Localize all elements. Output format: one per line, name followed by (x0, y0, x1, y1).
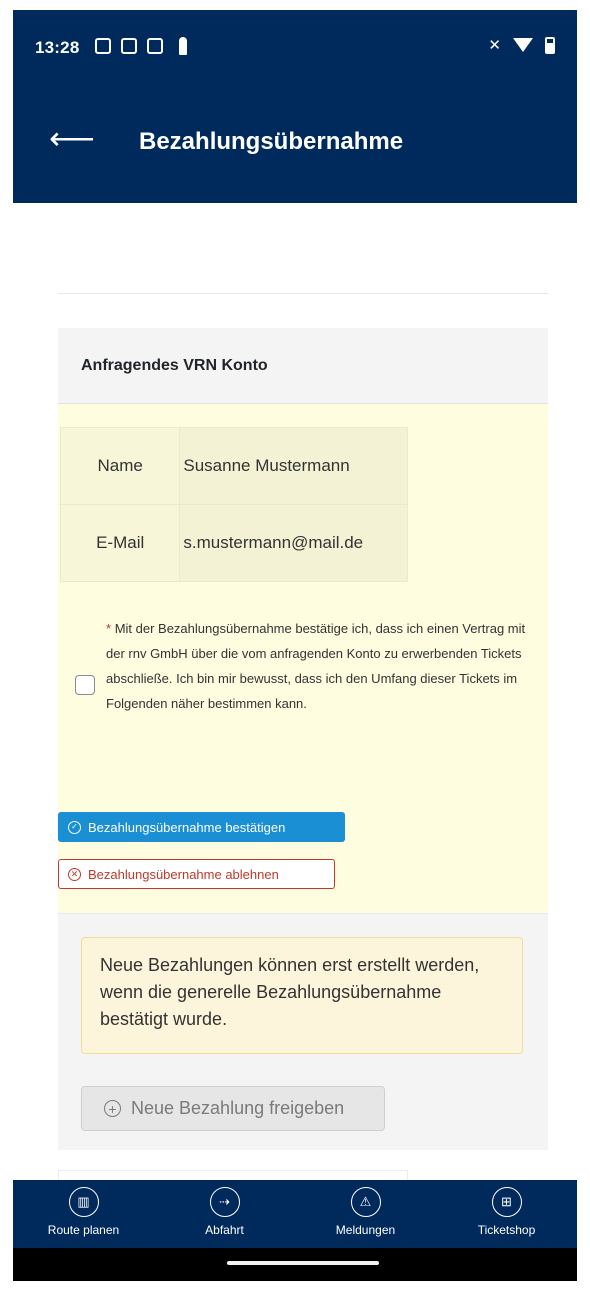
payment-takeover-card: Anfragendes VRN Konto Name Susanne Muste… (58, 328, 548, 1150)
new-payment-button[interactable]: + Neue Bezahlung freigeben (81, 1086, 385, 1131)
check-circle-icon: ✓ (68, 820, 81, 834)
x-circle-icon: ✕ (68, 867, 81, 881)
card-body: Name Susanne Mustermann E-Mail s.musterm… (58, 404, 548, 913)
name-label: Name (59, 427, 181, 505)
bottom-navigation: ▥ Route planen ⇢ Abfahrt ⚠ Meldungen ⊞ T… (13, 1180, 577, 1248)
confirm-label: Bezahlungsübernahme bestätigen (88, 819, 286, 835)
required-asterisk: * (106, 621, 112, 636)
divider (58, 293, 548, 294)
phone-screen: 13:28 ✕ ⟵ Bezahlungsübernahme Anfragende… (13, 10, 577, 1281)
reject-button[interactable]: ✕ Bezahlungsübernahme ablehnen (58, 859, 335, 889)
email-label: E-Mail (59, 504, 181, 582)
card-header: Anfragendes VRN Konto (58, 328, 548, 404)
consent-text: Mit der Bezahlungsübernahme bestätige ic… (106, 621, 526, 711)
cart-icon: ⊞ (491, 1187, 522, 1217)
notification-icons (95, 37, 187, 55)
warning-icon: ⚠ (350, 1187, 381, 1217)
person-icon (179, 37, 187, 55)
battery-icon (545, 36, 555, 54)
nav-label: Abfahrt (205, 1223, 244, 1237)
card-footer: Neue Bezahlungen können erst erstellt we… (58, 913, 548, 1150)
reject-label: Bezahlungsübernahme ablehnen (88, 866, 279, 882)
mute-icon: ✕ (488, 37, 501, 54)
nav-label: Route planen (47, 1223, 120, 1237)
consent-label: * Mit der Bezahlungsübernahme bestätige … (106, 616, 543, 716)
nav-meldungen[interactable]: ⚠ Meldungen (295, 1180, 436, 1248)
departure-icon: ⇢ (209, 1187, 240, 1217)
nav-route-planen[interactable]: ▥ Route planen (13, 1180, 154, 1248)
map-icon: ▥ (68, 1187, 99, 1217)
table-row: E-Mail s.mustermann@mail.de (59, 504, 408, 582)
gesture-bar (13, 1248, 577, 1281)
card-title: Anfragendes VRN Konto (81, 357, 268, 374)
warning-alert: Neue Bezahlungen können erst erstellt we… (81, 937, 523, 1054)
page-title: Bezahlungsübernahme (139, 128, 404, 155)
status-bar: 13:28 ✕ (13, 10, 577, 80)
table-row: Name Susanne Mustermann (59, 427, 408, 505)
status-time: 13:28 (35, 38, 80, 57)
app-header: ⟵ Bezahlungsübernahme (13, 80, 577, 203)
email-value: s.mustermann@mail.de (179, 504, 408, 582)
plus-circle-icon: + (104, 1100, 121, 1117)
back-arrow-icon[interactable]: ⟵ (49, 122, 95, 154)
nav-ticketshop[interactable]: ⊞ Ticketshop (436, 1180, 577, 1248)
new-payment-label: Neue Bezahlung freigeben (131, 1098, 345, 1118)
system-icons: ✕ (488, 36, 555, 54)
home-indicator[interactable] (227, 1261, 379, 1265)
nav-abfahrt[interactable]: ⇢ Abfahrt (154, 1180, 295, 1248)
wifi-icon (513, 38, 533, 52)
confirm-button[interactable]: ✓ Bezahlungsübernahme bestätigen (58, 812, 345, 842)
nav-label: Ticketshop (477, 1223, 536, 1237)
teams-icon (95, 38, 111, 54)
account-info-table: Name Susanne Mustermann E-Mail s.musterm… (59, 427, 408, 582)
office-icon (147, 38, 163, 54)
main-content[interactable]: Anfragendes VRN Konto Name Susanne Muste… (13, 203, 577, 1182)
consent-checkbox[interactable] (75, 675, 95, 695)
name-value: Susanne Mustermann (179, 427, 408, 505)
outlook-icon (121, 38, 137, 54)
nav-label: Meldungen (335, 1223, 396, 1237)
